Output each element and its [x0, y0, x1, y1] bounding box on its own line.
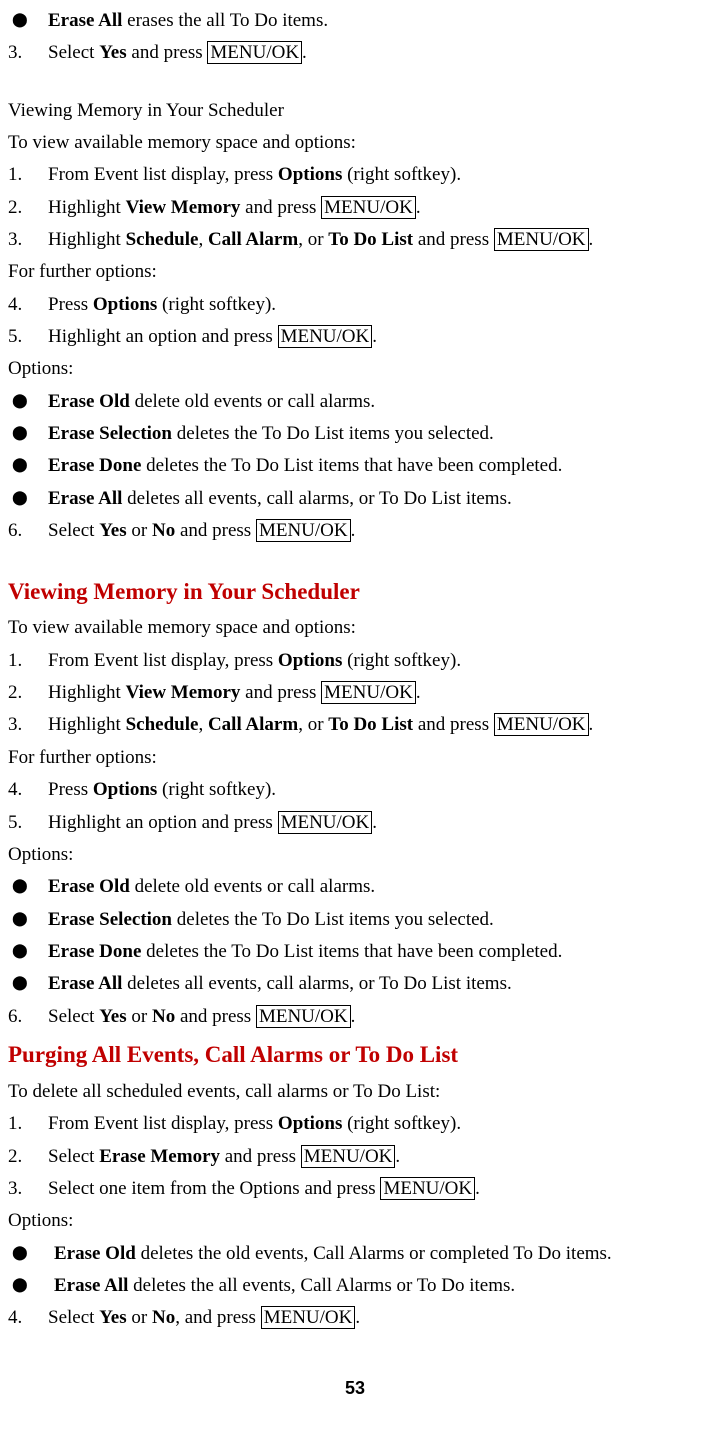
list-item: ⬤Erase All deletes all events, call alar…	[8, 968, 702, 999]
step-number: 3.	[8, 1173, 48, 1204]
bullet-icon: ⬤	[12, 483, 48, 514]
list-step: 1.From Event list display, press Options…	[8, 159, 702, 190]
step-number: 1.	[8, 159, 48, 190]
step-text: Highlight Schedule, Call Alarm, or To Do…	[48, 709, 702, 740]
step-text: From Event list display, press Options (…	[48, 1108, 702, 1139]
bullet-icon: ⬤	[12, 871, 48, 902]
intro-text: To delete all scheduled events, call ala…	[8, 1076, 702, 1107]
step-number: 3.	[8, 37, 48, 68]
bullet-icon: ⬤	[12, 968, 48, 999]
list-item: ⬤Erase Done deletes the To Do List items…	[8, 936, 702, 967]
step-text: Highlight View Memory and press MENU/OK.	[48, 192, 702, 223]
step-text: From Event list display, press Options (…	[48, 645, 702, 676]
step-number: 3.	[8, 709, 48, 740]
intro-text: To view available memory space and optio…	[8, 127, 702, 158]
list-step: 3.Select one item from the Options and p…	[8, 1173, 702, 1204]
list-step: 3.Highlight Schedule, Call Alarm, or To …	[8, 709, 702, 740]
further-options-label: For further options:	[8, 256, 702, 287]
step-text: Select Yes or No and press MENU/OK.	[48, 515, 702, 546]
step-text: Highlight an option and press MENU/OK.	[48, 321, 702, 352]
bullet-icon: ⬤	[12, 418, 48, 449]
bullet-icon: ⬤	[12, 1238, 54, 1269]
step-number: 5.	[8, 321, 48, 352]
step-number: 6.	[8, 1001, 48, 1032]
section-heading-red: Viewing Memory in Your Scheduler	[8, 573, 702, 611]
list-item: ⬤Erase Old delete old events or call ala…	[8, 386, 702, 417]
step-text: Highlight Schedule, Call Alarm, or To Do…	[48, 224, 702, 255]
step-number: 1.	[8, 645, 48, 676]
list-item-text: Erase Old deletes the old events, Call A…	[54, 1238, 702, 1269]
list-item: ⬤Erase Selection deletes the To Do List …	[8, 904, 702, 935]
section-heading: Viewing Memory in Your Scheduler	[8, 95, 702, 126]
list-step: 4.Press Options (right softkey).	[8, 774, 702, 805]
options-label: Options:	[8, 1205, 702, 1236]
page-number: 53	[8, 1374, 702, 1404]
step-text: Highlight View Memory and press MENU/OK.	[48, 677, 702, 708]
list-item-text: Erase Selection deletes the To Do List i…	[48, 904, 702, 935]
step-number: 5.	[8, 807, 48, 838]
step-number: 2.	[8, 192, 48, 223]
list-item-text: Erase Old delete old events or call alar…	[48, 871, 702, 902]
list-item-text: Erase All deletes all events, call alarm…	[48, 968, 702, 999]
list-item-text: Erase Done deletes the To Do List items …	[48, 936, 702, 967]
bullet-icon: ⬤	[12, 936, 48, 967]
further-options-label: For further options:	[8, 742, 702, 773]
step-number: 1.	[8, 1108, 48, 1139]
list-step: 4.Select Yes or No, and press MENU/OK.	[8, 1302, 702, 1333]
step-text: Select one item from the Options and pre…	[48, 1173, 702, 1204]
step-number: 4.	[8, 1302, 48, 1333]
options-label: Options:	[8, 839, 702, 870]
list-item: ⬤ Erase All erases the all To Do items.	[8, 5, 702, 36]
list-item: ⬤Erase All deletes the all events, Call …	[8, 1270, 702, 1301]
list-step: 2.Highlight View Memory and press MENU/O…	[8, 677, 702, 708]
list-item-text: Erase Selection deletes the To Do List i…	[48, 418, 702, 449]
step-text: Select Yes and press MENU/OK.	[48, 37, 702, 68]
list-step: 2.Select Erase Memory and press MENU/OK.	[8, 1141, 702, 1172]
bullet-icon: ⬤	[12, 1270, 54, 1301]
list-item: ⬤Erase All deletes all events, call alar…	[8, 483, 702, 514]
list-item-text: Erase All erases the all To Do items.	[48, 5, 702, 36]
step-number: 3.	[8, 224, 48, 255]
list-step: 5.Highlight an option and press MENU/OK.	[8, 321, 702, 352]
list-step: 2.Highlight View Memory and press MENU/O…	[8, 192, 702, 223]
step-text: Press Options (right softkey).	[48, 774, 702, 805]
list-step: 1.From Event list display, press Options…	[8, 645, 702, 676]
list-step: 1.From Event list display, press Options…	[8, 1108, 702, 1139]
step-text: From Event list display, press Options (…	[48, 159, 702, 190]
list-item: ⬤Erase Selection deletes the To Do List …	[8, 418, 702, 449]
list-step: 4.Press Options (right softkey).	[8, 289, 702, 320]
list-step: 6.Select Yes or No and press MENU/OK.	[8, 515, 702, 546]
list-item-text: Erase Old delete old events or call alar…	[48, 386, 702, 417]
list-step: 3.Highlight Schedule, Call Alarm, or To …	[8, 224, 702, 255]
options-label: Options:	[8, 353, 702, 384]
step-text: Press Options (right softkey).	[48, 289, 702, 320]
step-number: 6.	[8, 515, 48, 546]
list-item: ⬤Erase Old deletes the old events, Call …	[8, 1238, 702, 1269]
list-item-text: Erase All deletes all events, call alarm…	[48, 483, 702, 514]
list-item-text: Erase All deletes the all events, Call A…	[54, 1270, 702, 1301]
list-step: 3. Select Yes and press MENU/OK.	[8, 37, 702, 68]
step-text: Highlight an option and press MENU/OK.	[48, 807, 702, 838]
step-text: Select Yes or No, and press MENU/OK.	[48, 1302, 702, 1333]
step-number: 4.	[8, 289, 48, 320]
list-item: ⬤Erase Done deletes the To Do List items…	[8, 450, 702, 481]
section-heading-red: Purging All Events, Call Alarms or To Do…	[8, 1036, 702, 1074]
bullet-icon: ⬤	[12, 5, 48, 36]
list-item-text: Erase Done deletes the To Do List items …	[48, 450, 702, 481]
list-step: 5.Highlight an option and press MENU/OK.	[8, 807, 702, 838]
step-text: Select Yes or No and press MENU/OK.	[48, 1001, 702, 1032]
step-text: Select Erase Memory and press MENU/OK.	[48, 1141, 702, 1172]
intro-text: To view available memory space and optio…	[8, 612, 702, 643]
bullet-icon: ⬤	[12, 904, 48, 935]
step-number: 4.	[8, 774, 48, 805]
bullet-icon: ⬤	[12, 450, 48, 481]
list-item: ⬤Erase Old delete old events or call ala…	[8, 871, 702, 902]
step-number: 2.	[8, 1141, 48, 1172]
step-number: 2.	[8, 677, 48, 708]
list-step: 6.Select Yes or No and press MENU/OK.	[8, 1001, 702, 1032]
bullet-icon: ⬤	[12, 386, 48, 417]
